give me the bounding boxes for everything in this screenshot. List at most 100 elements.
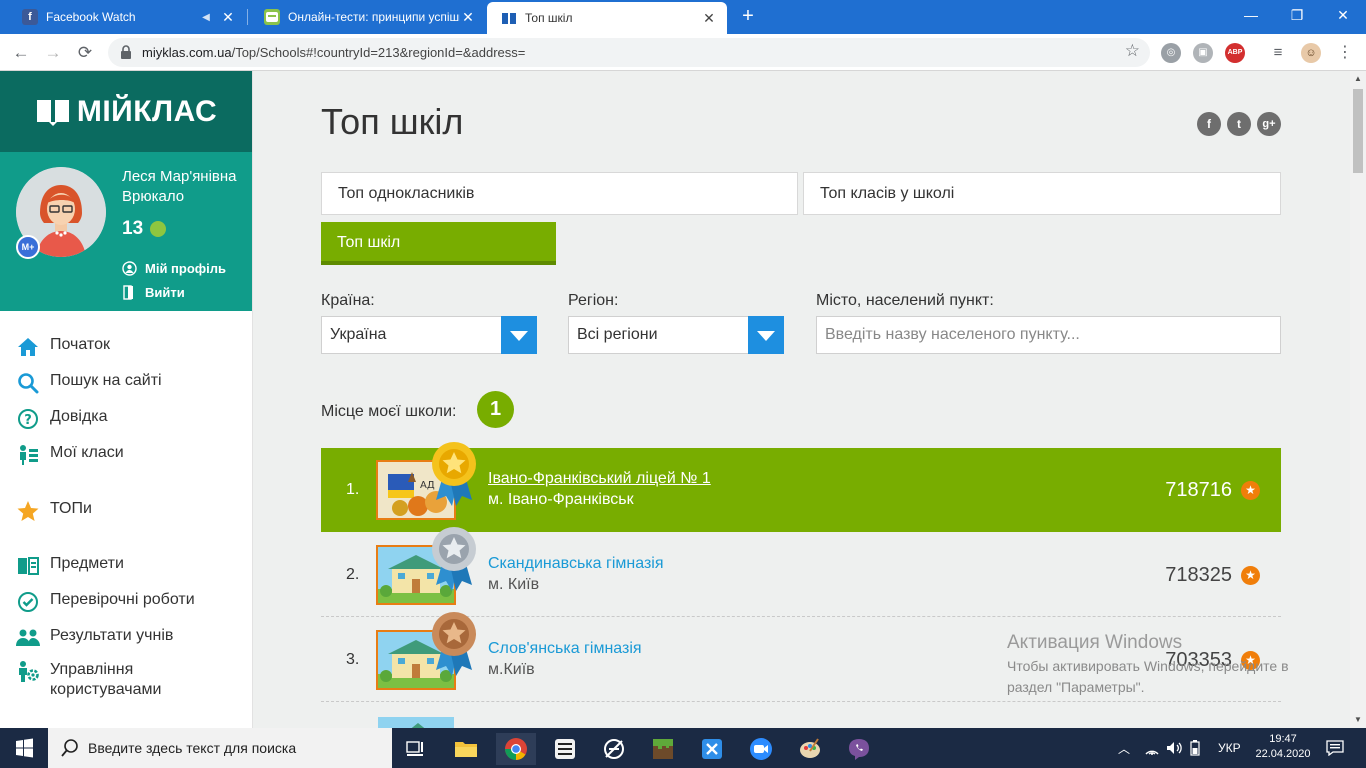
google-plus-share-icon[interactable]: g+: [1257, 112, 1281, 136]
scroll-up-icon[interactable]: ▲: [1354, 74, 1362, 83]
city-input[interactable]: [816, 316, 1281, 354]
close-tab-icon[interactable]: ✕: [701, 10, 717, 27]
browser-tab-top-schools[interactable]: Топ шкіл ✕: [487, 2, 727, 34]
adblock-icon[interactable]: ABP: [1225, 43, 1245, 63]
chevron-down-icon[interactable]: [748, 316, 784, 354]
chrome-icon[interactable]: [496, 733, 536, 765]
close-window-button[interactable]: ✕: [1320, 0, 1366, 30]
sidebar-item-student-results[interactable]: Результати учнів: [16, 626, 173, 650]
user-circle-icon: [122, 261, 137, 276]
extension-puzzle-icon[interactable]: ▣: [1193, 43, 1213, 63]
region-label: Регіон:: [568, 292, 619, 309]
sidebar-item-my-classes[interactable]: Мої класи: [16, 443, 124, 467]
school-name-link[interactable]: Івано-Франківський ліцей № 1: [488, 470, 711, 488]
coin-gem-icon: [150, 221, 167, 237]
sidebar-item-search[interactable]: Пошук на сайті: [16, 371, 162, 395]
lock-icon: [121, 45, 131, 59]
subjects-icon: [16, 554, 40, 578]
paint-icon[interactable]: [790, 733, 830, 765]
file-explorer-icon[interactable]: [446, 733, 486, 765]
minimize-button[interactable]: —: [1228, 0, 1274, 30]
logout-link[interactable]: Вийти: [122, 285, 185, 300]
wifi-icon[interactable]: [1144, 728, 1160, 768]
school-name-link[interactable]: Скандинавська гімназія: [488, 555, 664, 573]
volume-icon[interactable]: [1166, 728, 1184, 768]
star-icon: [16, 499, 40, 523]
chevron-down-icon[interactable]: [501, 316, 537, 354]
user-profile-panel: М+ Леся Мар'янівна Врюкало 13 Мій профіл…: [0, 152, 252, 311]
twitter-share-icon[interactable]: t: [1227, 112, 1251, 136]
scroll-down-icon[interactable]: ▼: [1354, 715, 1362, 724]
tab-title: Топ шкіл: [525, 11, 573, 25]
back-button[interactable]: ←: [8, 40, 34, 66]
search-icon: [16, 371, 40, 395]
school-row: 1. АД Івано-Франківський ліцей № 1 м. Ів…: [321, 442, 1281, 532]
search-icon: [61, 739, 78, 757]
maximize-button[interactable]: ❐: [1274, 0, 1320, 30]
browser-menu-icon[interactable]: ⋮: [1335, 43, 1355, 63]
address-bar[interactable]: miyklas.com.ua/Top/Schools#!countryId=21…: [108, 38, 1150, 67]
book-icon: [501, 10, 517, 26]
language-indicator[interactable]: УКР: [1218, 728, 1241, 768]
score-star-icon: ★: [1241, 481, 1260, 500]
browser-tab-facebook[interactable]: f Facebook Watch ◀ ✕: [8, 0, 246, 34]
school-image[interactable]: [376, 715, 456, 728]
students-icon: [16, 626, 40, 650]
page-scrollbar[interactable]: ▲ ▼: [1350, 71, 1366, 728]
close-tab-icon[interactable]: ✕: [220, 9, 236, 26]
school-row: 2. Скандинавська гімназія м. Київ 718325…: [321, 527, 1281, 617]
task-view-icon[interactable]: [396, 733, 436, 765]
taskbar-clock[interactable]: 19:47 22.04.2020: [1248, 732, 1318, 762]
mo-plus-badge[interactable]: М+: [16, 235, 40, 259]
browser-toolbar: ← → ⟳ miyklas.com.ua/Top/Schools#!countr…: [0, 34, 1366, 71]
sidebar-item-tops[interactable]: ТОПи: [16, 499, 92, 523]
notifications-icon[interactable]: [1326, 728, 1344, 768]
scrollbar-thumb[interactable]: [1353, 89, 1363, 173]
school-name-link[interactable]: Слов'янська гімназія: [488, 640, 642, 658]
viber-icon[interactable]: [839, 733, 879, 765]
sidebar-item-help[interactable]: ? Довідка: [16, 407, 108, 431]
minecraft-icon[interactable]: [643, 733, 683, 765]
tab-top-classes[interactable]: Топ класів у школі: [803, 172, 1281, 215]
silver-medal-icon: [426, 523, 482, 593]
country-select[interactable]: Україна: [321, 316, 537, 354]
tab-top-classmates[interactable]: Топ однокласників: [321, 172, 798, 215]
facebook-share-icon[interactable]: f: [1197, 112, 1221, 136]
tab-top-schools[interactable]: Топ шкіл: [321, 222, 556, 265]
profile-avatar-icon[interactable]: ☺: [1301, 43, 1321, 63]
sidebar-item-subjects[interactable]: Предмети: [16, 554, 124, 578]
app-disabled-icon[interactable]: [594, 733, 634, 765]
forward-button[interactable]: →: [40, 40, 66, 66]
mute-icon[interactable]: ◀: [198, 12, 214, 23]
classes-icon: [16, 443, 40, 467]
school-row-partial: [321, 703, 1281, 728]
start-button[interactable]: [0, 728, 48, 768]
extension-compass-icon[interactable]: ◎: [1161, 43, 1181, 63]
media-queue-icon[interactable]: ≡: [1268, 43, 1288, 63]
app-calculator-icon[interactable]: [545, 733, 585, 765]
reload-button[interactable]: ⟳: [72, 40, 98, 66]
taskbar-search-box[interactable]: Введите здесь текст для поиска: [48, 728, 392, 768]
windows-logo-icon: [16, 738, 33, 758]
battery-icon[interactable]: [1190, 728, 1200, 768]
app-blue-icon[interactable]: [692, 733, 732, 765]
region-select[interactable]: Всі регіони: [568, 316, 784, 354]
close-tab-icon[interactable]: ✕: [460, 9, 476, 26]
city-label: Місто, населений пункт:: [816, 292, 994, 309]
sidebar: МІЙКЛАС М+ Леся Мар'янівна Врюкало 13 Мі: [0, 71, 253, 728]
site-logo[interactable]: МІЙКЛАС: [0, 71, 252, 152]
book-logo-icon: [36, 99, 69, 126]
browser-tab-tests[interactable]: Онлайн-тести: принципи успішн ✕: [250, 0, 486, 34]
new-tab-button[interactable]: +: [736, 5, 760, 29]
school-city: м.Київ: [488, 661, 535, 678]
windows-taskbar: Введите здесь текст для поиска ︿ УКР 19:…: [0, 728, 1366, 768]
sidebar-item-tests[interactable]: Перевірочні роботи: [16, 590, 195, 614]
sidebar-item-user-management[interactable]: Управління користувачами: [16, 660, 166, 700]
bookmark-star-icon[interactable]: ☆: [1125, 41, 1140, 61]
sidebar-item-home[interactable]: Початок: [16, 335, 110, 359]
my-profile-link[interactable]: Мій профіль: [122, 261, 226, 276]
country-label: Країна:: [321, 292, 375, 309]
school-score: 718325: [1165, 564, 1232, 586]
show-hidden-icons[interactable]: ︿: [1118, 728, 1130, 768]
zoom-icon[interactable]: [741, 733, 781, 765]
